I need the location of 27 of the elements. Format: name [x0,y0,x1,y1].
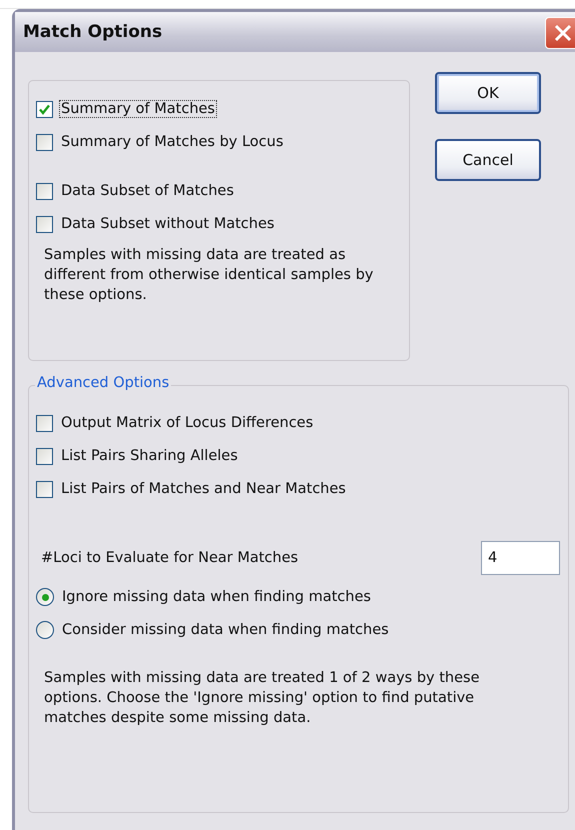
checkbox[interactable] [36,182,53,200]
checkbox-label[interactable]: Data Subset without Matches [59,215,276,233]
radio-button[interactable] [36,588,54,606]
help-text: Samples with missing data are treated 1 of 2 ways by these options. Choose the 'Ignore missing' option to find putative matches despite some missing data. [44,669,480,728]
radio-button[interactable] [36,621,54,639]
cancel-button[interactable]: Cancel [435,139,541,181]
group-title: Advanced Options [35,375,172,391]
radio-label[interactable]: Consider missing data when finding matches [60,621,391,639]
checkbox-label[interactable]: List Pairs Sharing Alleles [59,447,240,465]
checkbox-label[interactable]: Data Subset of Matches [59,182,236,200]
checkbox[interactable] [36,448,53,464]
loci-input-field[interactable]: 4 [481,541,560,575]
window-title: Match Options [23,22,162,42]
checkbox[interactable] [36,480,53,498]
checkbox[interactable] [36,100,53,118]
ok-button[interactable]: OK [435,72,541,114]
checkbox[interactable] [36,414,53,432]
checkbox[interactable] [36,134,53,150]
help-text: Samples with missing data are treated as different from otherwise identical samples by these options. [44,246,374,305]
checkbox-label[interactable]: Output Matrix of Locus Differences [59,414,316,432]
checkbox-label[interactable]: Summary of Matches by Locus [59,133,286,151]
checkbox[interactable] [36,216,53,232]
field-label: #Loci to Evaluate for Near Matches [41,550,298,566]
radio-label[interactable]: Ignore missing data when finding matches [60,588,373,606]
checkbox-label[interactable]: Summary of Matches [59,100,217,118]
checkbox-label[interactable]: List Pairs of Matches and Near Matches [59,480,348,498]
close-icon[interactable] [545,17,575,49]
